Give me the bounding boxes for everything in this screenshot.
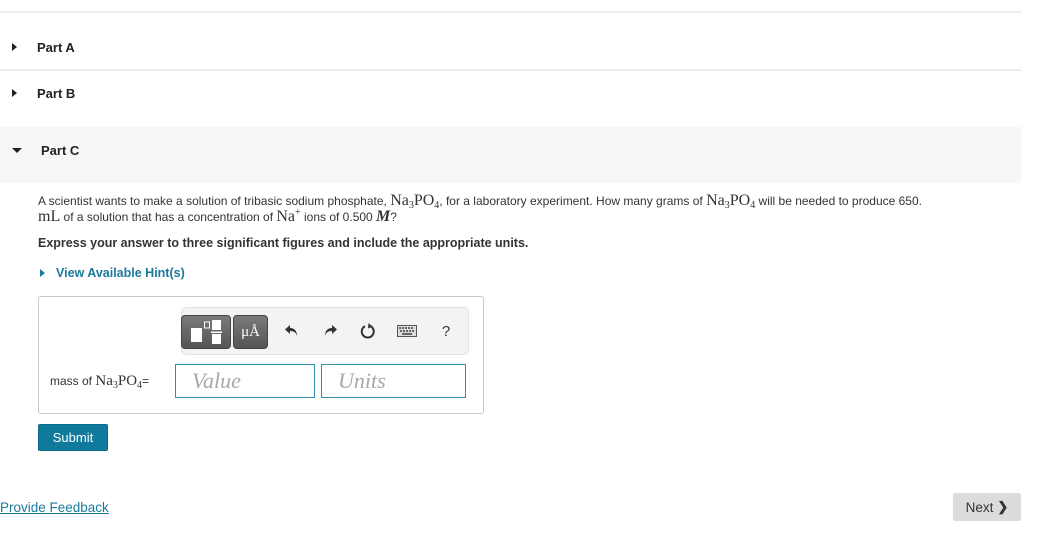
keyboard-button[interactable] xyxy=(395,320,419,342)
question-text-segment: A scientist wants to make a solution of … xyxy=(38,194,391,208)
instruction-text: Express your answer to three significant… xyxy=(38,236,529,250)
math-toolbar: μÅ ? xyxy=(181,307,469,355)
part-a-toggle[interactable]: Part A xyxy=(0,12,1021,69)
caret-right-icon xyxy=(40,269,45,277)
templates-button[interactable] xyxy=(181,315,231,349)
submit-button[interactable]: Submit xyxy=(38,424,108,451)
units-input[interactable] xyxy=(321,364,466,398)
redo-icon xyxy=(325,325,337,336)
redo-button[interactable] xyxy=(318,320,342,342)
part-b-toggle[interactable]: Part B xyxy=(0,71,1021,127)
value-input[interactable] xyxy=(175,364,315,398)
formula-na3po4: Na3PO4 xyxy=(95,373,143,391)
fraction-template-icon xyxy=(191,320,222,344)
equals-sign: = xyxy=(142,374,150,388)
part-b-label: Part B xyxy=(37,86,76,101)
question-text: A scientist wants to make a solution of … xyxy=(38,193,1028,225)
view-hints-label: View Available Hint(s) xyxy=(56,266,185,280)
question-text-segment: will be needed to produce 650. xyxy=(755,194,922,208)
next-label: Next xyxy=(965,499,994,515)
question-text-segment: ? xyxy=(390,210,397,224)
answer-panel: μÅ ? mass of Na3PO4 = Value Units xyxy=(38,296,484,414)
help-icon: ? xyxy=(441,322,451,340)
part-c-label: Part C xyxy=(41,143,80,158)
caret-right-icon xyxy=(12,43,17,51)
question-text-segment: ions of 0.500 xyxy=(300,210,377,224)
reset-icon xyxy=(360,323,375,339)
undo-button[interactable] xyxy=(280,320,304,342)
unit-molar: M xyxy=(376,208,391,225)
help-button[interactable]: ? xyxy=(434,320,458,342)
undo-icon xyxy=(285,325,297,336)
answer-label-text: mass of xyxy=(50,374,93,388)
question-text-segment: of a solution that has a concentration o… xyxy=(60,210,277,224)
keyboard-icon xyxy=(397,325,417,337)
chevron-right-icon: ❯ xyxy=(997,499,1009,514)
reset-button[interactable] xyxy=(356,320,380,342)
unit-ml: mL xyxy=(38,208,61,225)
part-c-toggle[interactable]: Part C xyxy=(0,127,1021,183)
question-text-segment: , for a laboratory experiment. How many … xyxy=(439,194,707,208)
ion-na-plus: Na+ xyxy=(276,207,301,225)
units-button[interactable]: μÅ xyxy=(233,315,268,349)
formula-na3po4: Na3PO4 xyxy=(390,192,440,211)
formula-na3po4: Na3PO4 xyxy=(706,192,756,211)
next-button[interactable]: Next ❯ xyxy=(953,493,1021,521)
caret-down-icon xyxy=(12,148,22,153)
caret-right-icon xyxy=(12,89,17,97)
provide-feedback-link[interactable]: Provide Feedback xyxy=(0,500,109,515)
units-icon: μÅ xyxy=(241,323,260,340)
answer-label: mass of Na3PO4 = xyxy=(50,373,150,391)
part-a-label: Part A xyxy=(37,40,75,55)
view-hints-link[interactable]: View Available Hint(s) xyxy=(38,266,185,280)
